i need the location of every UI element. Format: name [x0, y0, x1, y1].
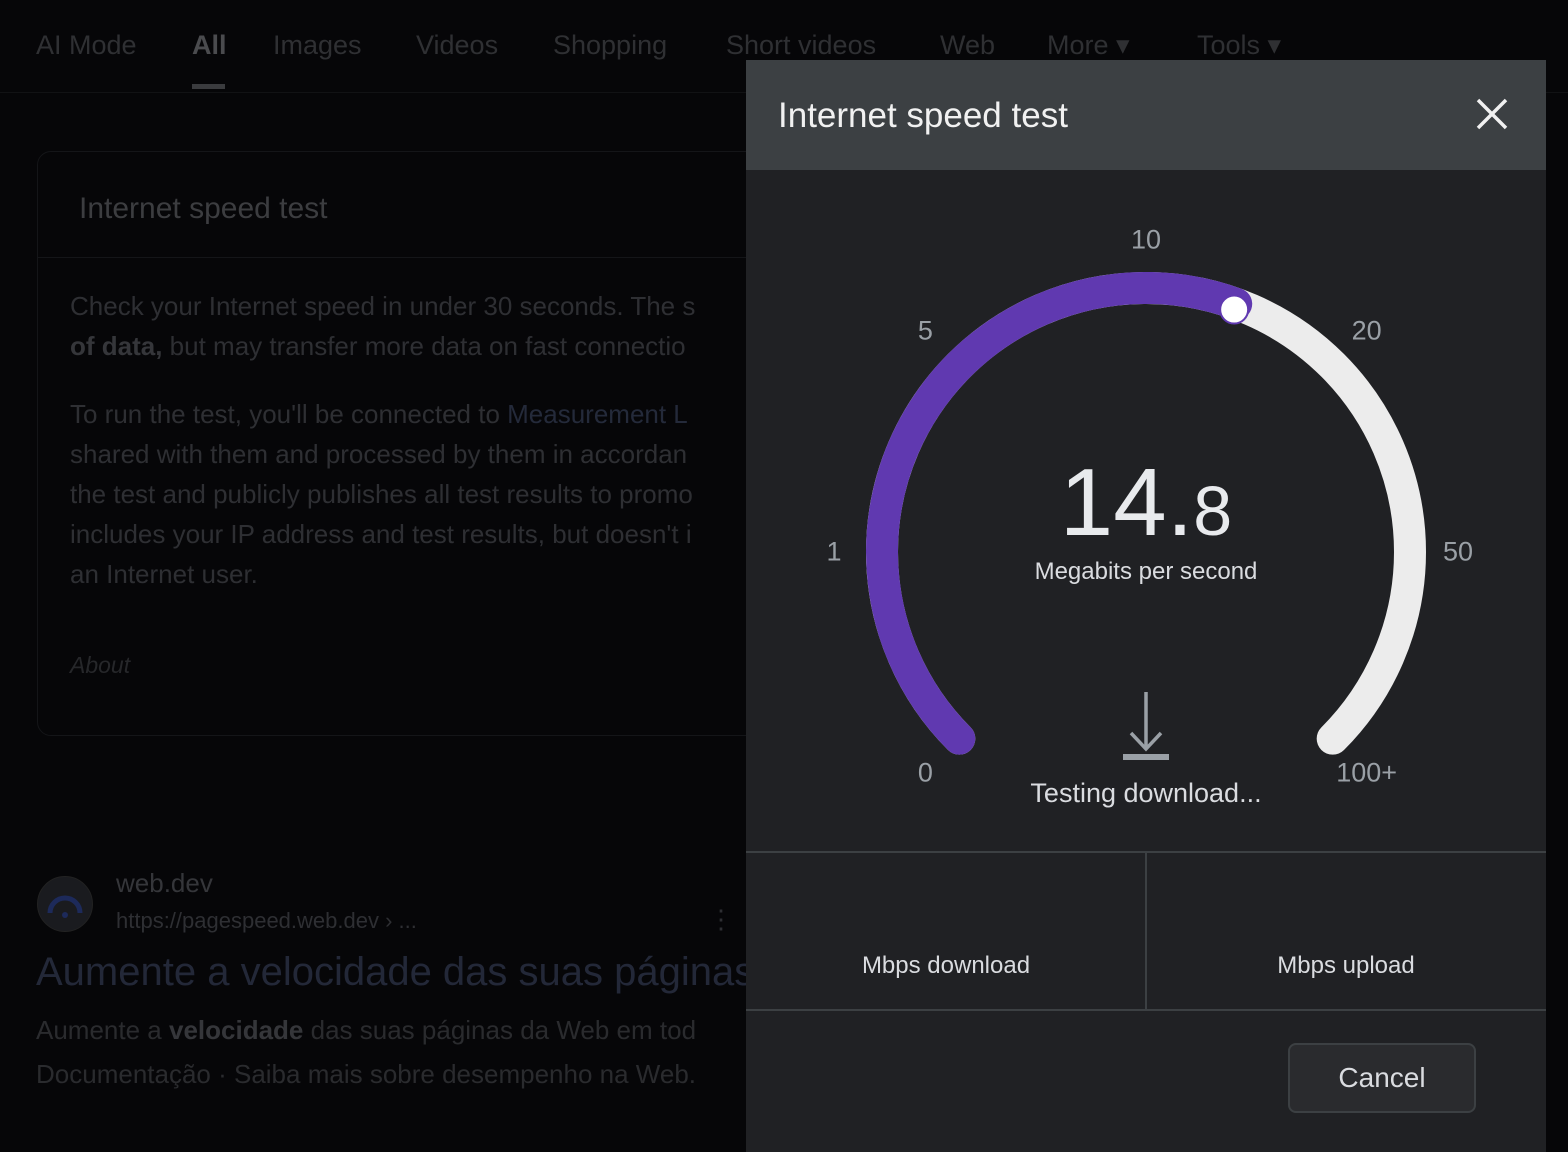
- speed-test-dialog: Internet speed test 0 1 5 10 20 50 100+ …: [746, 60, 1546, 1152]
- text-bold: velocidade: [168, 1015, 304, 1045]
- active-tab-indicator: [192, 84, 225, 89]
- tab-web[interactable]: Web: [940, 30, 995, 61]
- measurement-lab-link[interactable]: Measurement L: [507, 399, 688, 429]
- tab-all[interactable]: All: [192, 30, 227, 61]
- result-snippet: Aumente a velocidade das suas páginas da…: [36, 1015, 696, 1046]
- tab-images[interactable]: Images: [273, 30, 362, 61]
- tab-more[interactable]: More ▾: [1047, 30, 1130, 61]
- gauge-tick-label: 20: [1351, 315, 1382, 346]
- download-icon: [1122, 690, 1170, 767]
- gauge-tick-label: 5: [917, 315, 933, 346]
- site-favicon: [37, 876, 93, 932]
- download-result-label: Mbps download: [861, 952, 1031, 979]
- speed-value: 14.8: [746, 448, 1546, 558]
- speed-test-card: Internet speed test Check your Internet …: [37, 151, 799, 736]
- speed-decimal: 8: [1193, 472, 1233, 550]
- divider: [746, 1009, 1546, 1011]
- about-link[interactable]: About: [70, 652, 130, 679]
- upload-result-label: Mbps upload: [1277, 952, 1415, 979]
- text: an Internet user.: [70, 559, 258, 589]
- text: but may transfer more data on fast conne…: [162, 331, 686, 361]
- card-title: Internet speed test: [79, 192, 328, 225]
- text: Aumente a: [36, 1015, 169, 1045]
- text: Check your Internet speed in under 30 se…: [70, 291, 696, 321]
- text: To run the test, you'll be connected to: [70, 399, 508, 429]
- tab-shopping[interactable]: Shopping: [553, 30, 667, 61]
- gauge-tick-label: 10: [1130, 224, 1162, 255]
- text: the test and publicly publishes all test…: [70, 479, 693, 509]
- text-bold: of data,: [70, 331, 163, 361]
- result-snippet-2: Documentação · Saiba mais sobre desempen…: [36, 1059, 697, 1089]
- tab-ai-mode[interactable]: AI Mode: [36, 30, 137, 61]
- result-title-link[interactable]: Aumente a velocidade das suas páginas: [36, 950, 754, 995]
- tab-short-videos[interactable]: Short videos: [726, 30, 876, 61]
- gauge-knob: [1219, 294, 1250, 325]
- close-icon[interactable]: [1472, 94, 1512, 134]
- text: das suas páginas da Web em tod: [303, 1015, 697, 1045]
- divider: [38, 257, 798, 258]
- text: includes your IP address and test result…: [70, 519, 692, 549]
- divider: [1145, 853, 1147, 1009]
- card-description: Check your Internet speed in under 30 se…: [70, 286, 695, 366]
- cancel-button[interactable]: Cancel: [1288, 1043, 1476, 1113]
- result-url[interactable]: https://pagespeed.web.dev › ...: [116, 908, 417, 934]
- tab-tools[interactable]: Tools ▾: [1197, 30, 1281, 61]
- tab-videos[interactable]: Videos: [416, 30, 498, 61]
- card-privacy-text: To run the test, you'll be connected to …: [70, 394, 693, 594]
- speed-unit: Megabits per second: [1034, 558, 1258, 585]
- test-status: Testing download...: [1030, 778, 1262, 808]
- text: shared with them and processed by them i…: [70, 439, 688, 469]
- dialog-header: Internet speed test: [746, 60, 1546, 170]
- dialog-title: Internet speed test: [778, 96, 1068, 135]
- speed-integer: 14.: [1059, 449, 1194, 556]
- more-options-icon[interactable]: ⋮: [708, 904, 734, 935]
- result-site-name[interactable]: web.dev: [116, 868, 213, 899]
